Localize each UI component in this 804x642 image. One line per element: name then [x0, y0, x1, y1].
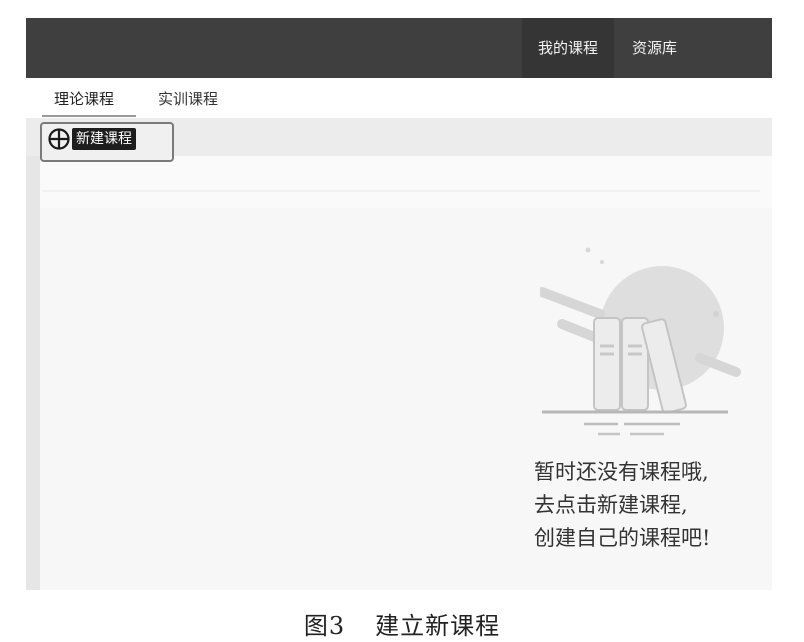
figure-title: 建立新课程 — [375, 612, 501, 640]
top-navigation-bar: 我的课程 资源库 — [26, 18, 772, 78]
figure-number: 图3 — [303, 612, 346, 640]
nav-my-courses[interactable]: 我的课程 — [522, 18, 615, 78]
figure-caption: 图3 建立新课程 — [0, 606, 804, 641]
new-course-button[interactable]: 新建课程 — [40, 122, 174, 162]
app-window: 我的课程 资源库 理论课程 实训课程 新建课程 暂时还没有课程哦, 去点击新建课… — [26, 18, 772, 590]
new-course-label: 新建课程 — [72, 128, 136, 150]
plus-circle-icon — [48, 128, 70, 150]
content-divider — [42, 190, 760, 192]
empty-state-line: 去点击新建课程, — [534, 493, 688, 517]
nav-resource-library[interactable]: 资源库 — [616, 18, 693, 78]
tab-theory-courses[interactable]: 理论课程 — [54, 88, 114, 109]
empty-state-line: 暂时还没有课程哦, — [534, 460, 709, 484]
tab-practical-courses[interactable]: 实训课程 — [158, 88, 218, 109]
active-tab-indicator — [42, 115, 136, 117]
empty-state-message: 暂时还没有课程哦, 去点击新建课程, 创建自己的课程吧! — [534, 456, 764, 555]
empty-state-line: 创建自己的课程吧! — [534, 526, 711, 550]
left-rail — [26, 156, 40, 590]
course-type-tabs: 理论课程 实训课程 — [26, 78, 772, 118]
empty-books-icon — [540, 247, 741, 436]
